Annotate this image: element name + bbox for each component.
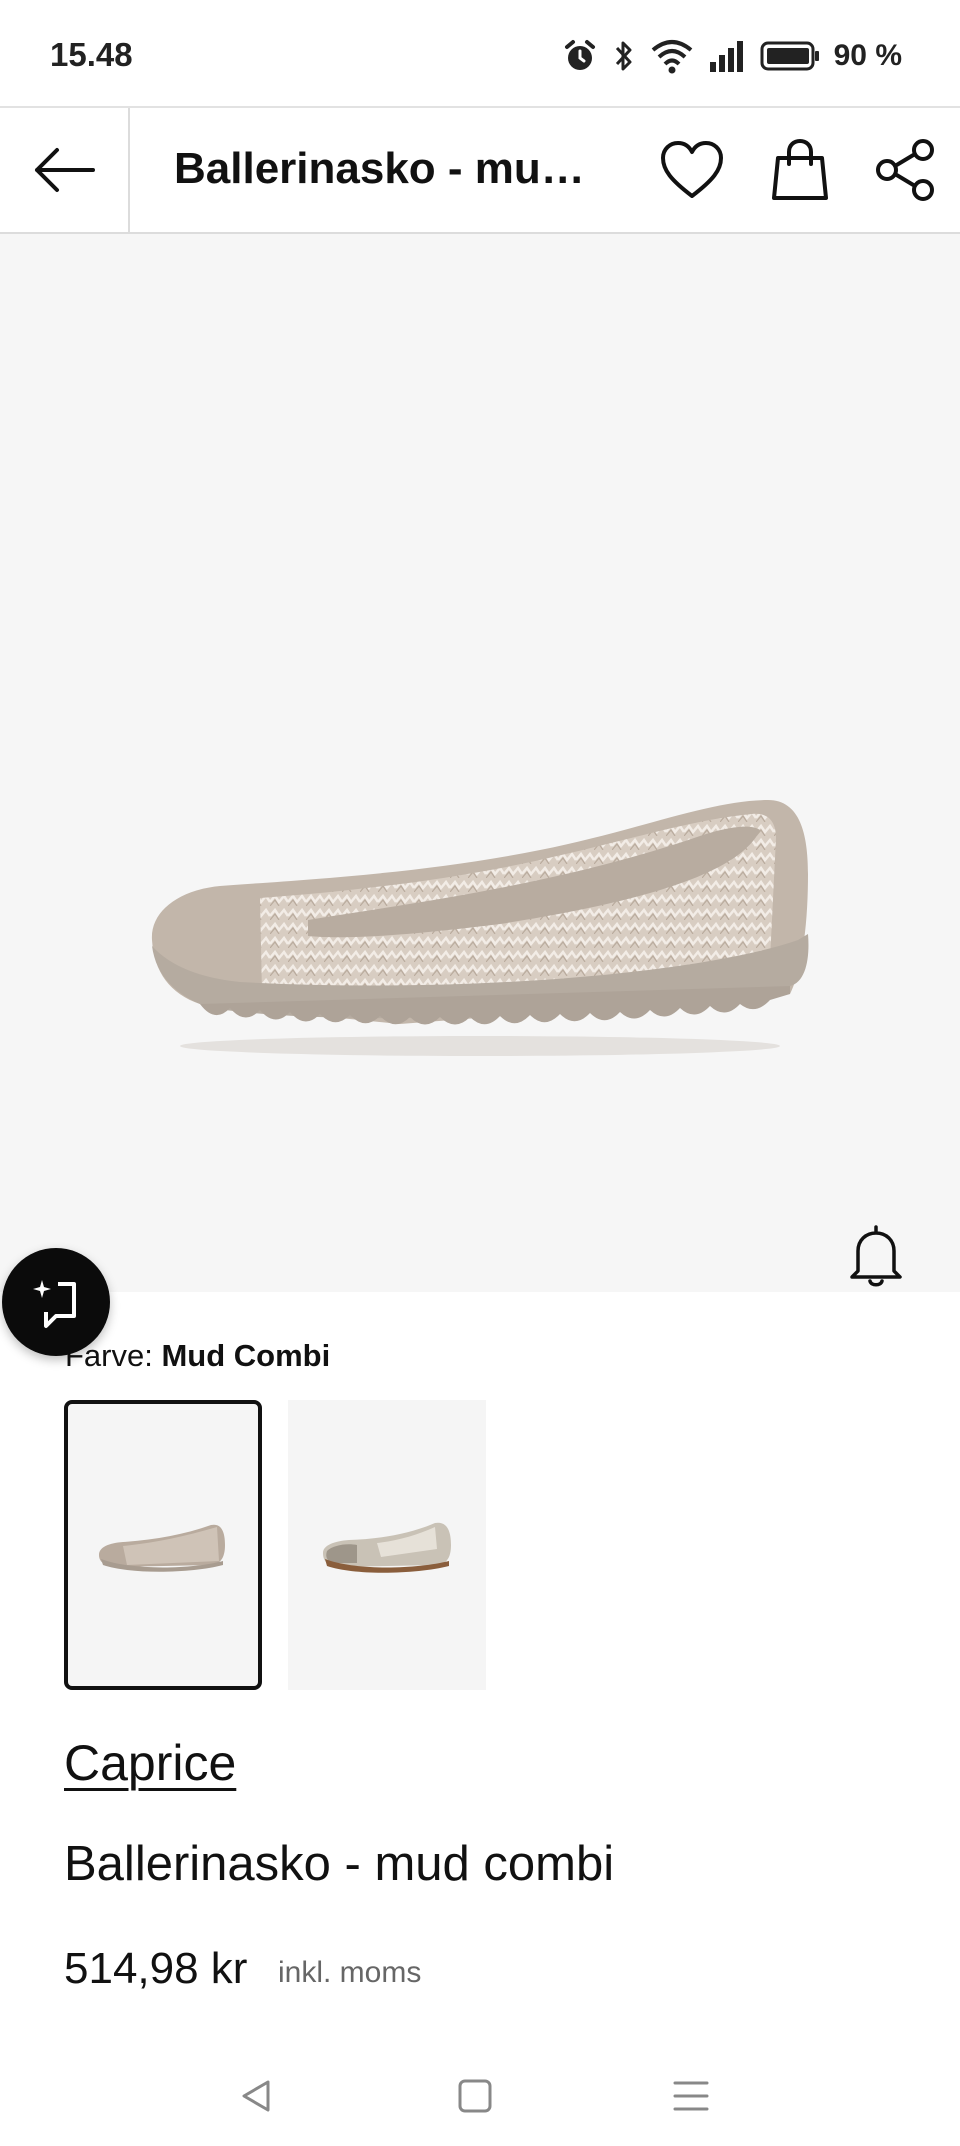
favorite-button[interactable] [656,134,728,206]
signal-icon [709,41,743,72]
status-time: 15.48 [50,36,133,73]
color-swatch-mud-combi[interactable] [64,1400,262,1690]
wifi-icon [651,40,692,74]
heart-icon [661,141,723,198]
system-nav-bar [0,2040,960,2146]
nav-home-button[interactable] [445,2066,505,2126]
nav-back-icon [242,2080,270,2112]
status-icons: 90 % [562,34,902,78]
color-label: Farve: Mud Combi [65,1338,330,1374]
notify-button[interactable] [814,1194,938,1292]
page-title: Ballerinasko - mud... [174,144,604,193]
swatch-shoe-image [323,1522,451,1573]
nav-menu-icon [673,2081,709,2111]
swatch-shoe-image [99,1524,225,1572]
nav-back-button[interactable] [226,2066,286,2126]
share-button[interactable] [870,134,942,206]
shopping-bag-icon [772,138,828,200]
back-arrow-icon [35,148,95,192]
color-value: Mud Combi [161,1338,331,1373]
vat-note: inkl. moms [278,1956,422,1989]
brand-link[interactable]: Caprice [64,1734,236,1792]
bell-icon [850,1225,902,1287]
ai-assistant-button[interactable] [2,1248,110,1356]
product-name: Ballerinasko - mud combi [64,1837,615,1891]
product-price: 514,98 kr [64,1944,248,1993]
nav-menu-button[interactable] [661,2066,721,2126]
bluetooth-icon [615,41,632,71]
back-button[interactable] [0,108,130,232]
nav-home-icon [458,2079,492,2113]
battery-icon [760,41,819,71]
status-bar: 15.48 90 % [0,0,960,108]
product-image[interactable] [0,234,960,1292]
shoe-image [151,800,809,1056]
color-swatch-metallic[interactable] [288,1400,486,1690]
app-bar: Ballerinasko - mud... [0,108,960,234]
cart-button[interactable] [764,134,836,206]
share-icon [876,139,934,201]
ai-sparkle-chat-icon [33,1280,76,1328]
alarm-icon [564,40,595,70]
battery-percent: 90 % [833,39,902,72]
